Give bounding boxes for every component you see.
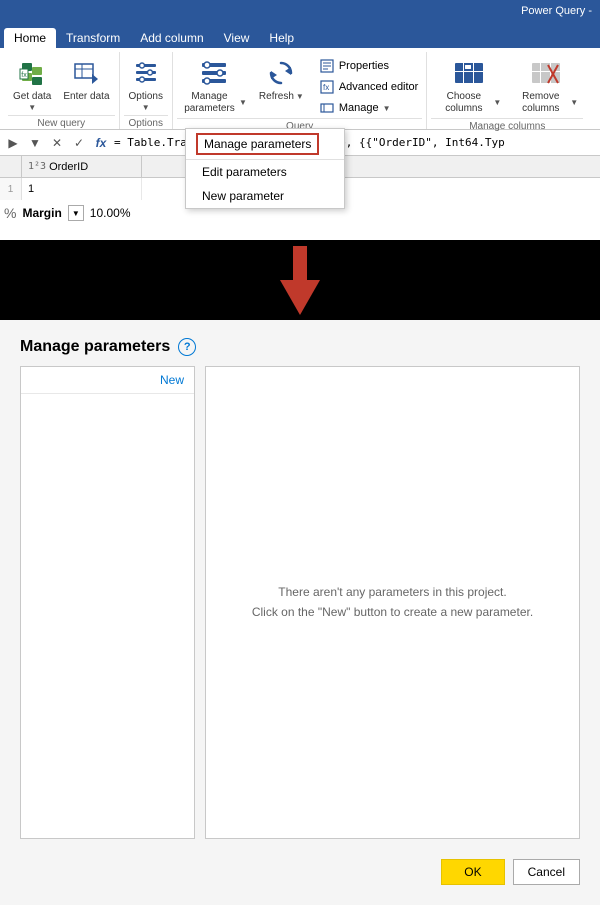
dropdown-menu: Manage parameters Edit parameters New pa… — [185, 128, 345, 209]
new-query-group-label: New query — [8, 115, 115, 129]
cancel-formula-btn[interactable]: ✕ — [48, 134, 66, 152]
dialog-body: New There aren't any parameters in this … — [0, 366, 600, 849]
choose-columns-arrow: ▼ — [493, 98, 501, 107]
empty-state-text: There aren't any parameters in this proj… — [252, 583, 533, 621]
title-bar-text: Power Query - — [521, 5, 592, 17]
ribbon: fx Get data ▼ Enter — [0, 48, 600, 130]
choose-columns-label: Choose columns — [436, 91, 491, 115]
refresh-icon — [265, 57, 297, 89]
remove-columns-button[interactable]: Remove columns ▼ — [508, 54, 583, 118]
ribbon-section: Power Query - Home Transform Add column … — [0, 0, 600, 240]
refresh-arrow: ▼ — [296, 92, 304, 101]
dropdown-manage-params[interactable]: Manage parameters — [196, 133, 319, 155]
dropdown-edit-params[interactable]: Edit parameters — [186, 160, 344, 184]
tab-view[interactable]: View — [214, 28, 260, 48]
param-list-empty — [21, 394, 194, 838]
remove-columns-icon — [530, 57, 562, 89]
new-link[interactable]: New — [21, 367, 194, 394]
dialog-section: Manage parameters ? New There aren't any… — [0, 320, 600, 905]
options-icon — [130, 57, 162, 89]
get-data-label: Get data — [13, 91, 51, 103]
manage-label: Manage — [339, 102, 379, 114]
tab-transform[interactable]: Transform — [56, 28, 130, 48]
advanced-editor-icon: fx — [319, 79, 335, 95]
dialog-footer: OK Cancel — [0, 849, 600, 905]
properties-icon — [319, 58, 335, 74]
collapse-btn[interactable]: ▶ — [4, 134, 22, 152]
manage-dropdown-arrow: ▼ — [383, 104, 391, 113]
expand-btn[interactable]: ▼ — [26, 134, 44, 152]
get-data-button[interactable]: fx Get data ▼ — [8, 54, 56, 115]
margin-label: Margin — [22, 206, 61, 220]
tab-bar: Home Transform Add column View Help — [0, 22, 600, 48]
fx-btn[interactable]: fx — [92, 134, 110, 152]
help-icon[interactable]: ? — [178, 338, 196, 356]
enter-data-button[interactable]: Enter data — [58, 54, 114, 106]
manage-icon — [319, 100, 335, 116]
arrow-section — [0, 240, 600, 320]
dialog-title: Manage parameters — [20, 338, 170, 356]
svg-text:fx: fx — [21, 72, 27, 79]
margin-dropdown-btn[interactable]: ▼ — [68, 205, 84, 221]
get-data-icon: fx — [16, 57, 48, 89]
title-bar: Power Query - — [0, 0, 600, 22]
column-header[interactable]: 1²3 OrderID — [22, 156, 142, 177]
percent-icon: % — [4, 205, 16, 221]
remove-columns-arrow: ▼ — [570, 98, 578, 107]
tab-home[interactable]: Home — [4, 28, 56, 48]
enter-data-icon — [70, 57, 102, 89]
tab-add-column[interactable]: Add column — [130, 28, 213, 48]
manage-parameters-arrow: ▼ — [239, 98, 247, 107]
data-cell-1: 1 — [22, 178, 142, 200]
advanced-editor-button[interactable]: fx Advanced editor — [315, 77, 423, 97]
down-arrow — [280, 280, 320, 315]
refresh-button[interactable]: Refresh ▼ — [254, 54, 309, 106]
dialog-title-bar: Manage parameters ? — [0, 320, 600, 366]
cancel-button[interactable]: Cancel — [513, 859, 580, 885]
properties-button[interactable]: Properties — [315, 56, 423, 76]
manage-parameters-icon — [198, 57, 230, 89]
manage-columns-group-label: Manage columns — [431, 118, 583, 132]
refresh-label: Refresh — [259, 91, 294, 103]
properties-label: Properties — [339, 60, 389, 72]
empty-state-line1: There aren't any parameters in this proj… — [252, 583, 533, 602]
column-name: OrderID — [49, 161, 88, 173]
margin-value: 10.00% — [90, 206, 131, 220]
svg-text:fx: fx — [323, 83, 329, 92]
empty-state-line2: Click on the "New" button to create a ne… — [252, 603, 533, 622]
choose-columns-button[interactable]: Choose columns ▼ — [431, 54, 506, 118]
tab-help[interactable]: Help — [259, 28, 304, 48]
get-data-arrow: ▼ — [28, 103, 36, 112]
arrow-stem — [293, 246, 307, 280]
choose-columns-icon — [453, 57, 485, 89]
manage-button[interactable]: Manage ▼ — [315, 98, 423, 118]
dropdown-new-param[interactable]: New parameter — [186, 184, 344, 208]
param-detail-panel: There aren't any parameters in this proj… — [205, 366, 580, 839]
options-button[interactable]: Options ▼ — [124, 54, 168, 115]
remove-columns-label: Remove columns — [513, 91, 568, 115]
manage-parameters-label: Manage parameters — [182, 91, 237, 115]
options-group-label: Options — [124, 115, 168, 129]
options-label: Options — [129, 91, 163, 103]
column-type-badge: 1²3 — [28, 161, 46, 172]
confirm-formula-btn[interactable]: ✓ — [70, 134, 88, 152]
margin-dropdown-arrow: ▼ — [72, 209, 80, 218]
manage-parameters-button[interactable]: Manage parameters ▼ — [177, 54, 252, 118]
param-list-panel: New — [20, 366, 195, 839]
enter-data-label: Enter data — [63, 91, 109, 103]
options-arrow: ▼ — [142, 103, 150, 112]
row-number: 1 — [8, 184, 14, 195]
advanced-editor-label: Advanced editor — [339, 81, 419, 93]
ok-button[interactable]: OK — [441, 859, 504, 885]
